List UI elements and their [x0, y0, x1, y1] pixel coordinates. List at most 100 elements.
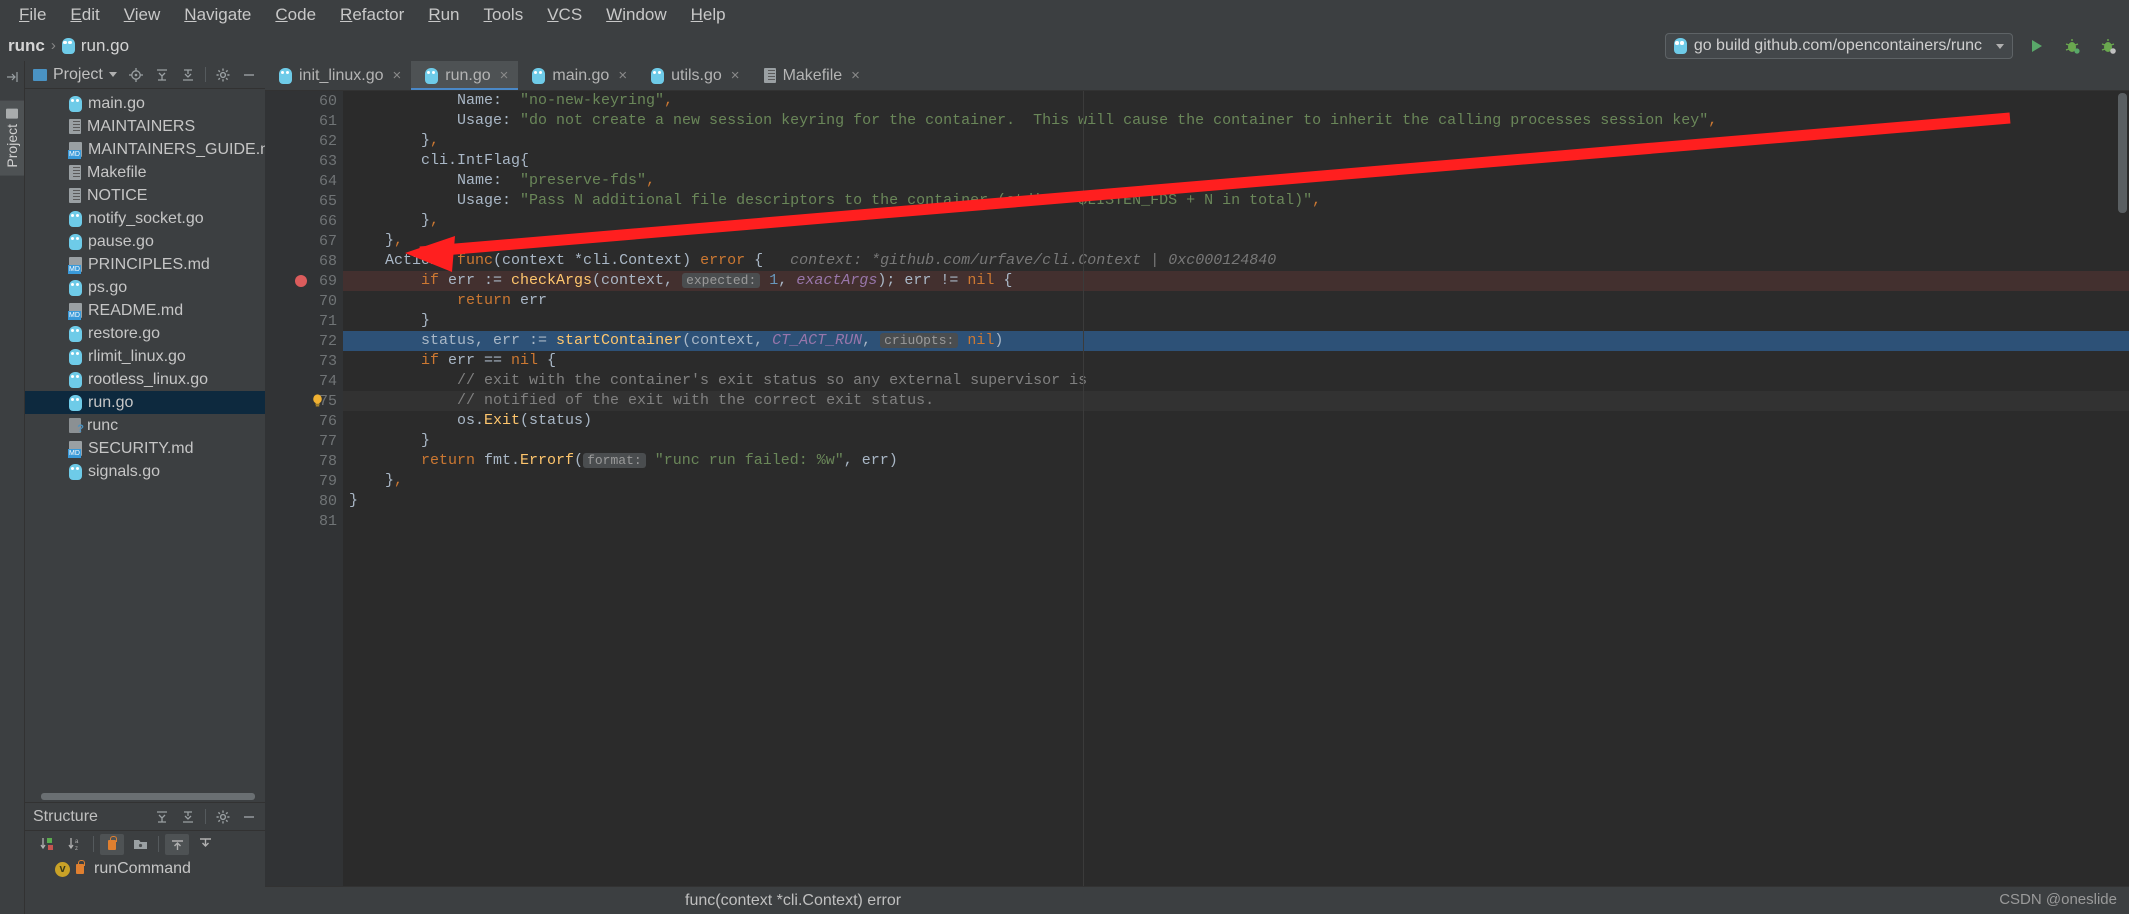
- hide-panel-icon[interactable]: [237, 64, 261, 85]
- chevron-down-icon[interactable]: [109, 72, 117, 77]
- code-line-69[interactable]: if err := checkArgs(context, expected: 1…: [343, 271, 2129, 291]
- gutter-line-81[interactable]: 81: [265, 511, 343, 531]
- close-icon[interactable]: ×: [731, 67, 740, 84]
- menu-item-help[interactable]: Help: [680, 2, 737, 28]
- code-line-72[interactable]: status, err := startContainer(context, C…: [343, 331, 2129, 351]
- gutter-line-76[interactable]: 76: [265, 411, 343, 431]
- code-line-77[interactable]: }: [343, 431, 2129, 451]
- expand-all-icon[interactable]: [150, 64, 174, 85]
- gutter-line-64[interactable]: 64: [265, 171, 343, 191]
- menu-item-vcs[interactable]: VCS: [536, 2, 593, 28]
- file-tree-item[interactable]: main.go: [25, 92, 265, 115]
- gutter-line-67[interactable]: 67: [265, 231, 343, 251]
- close-icon[interactable]: ×: [500, 67, 509, 84]
- file-tree-item[interactable]: ps.go: [25, 276, 265, 299]
- menu-item-tools[interactable]: Tools: [473, 2, 535, 28]
- editor-tab-main-go[interactable]: main.go×: [518, 61, 637, 90]
- menu-item-window[interactable]: Window: [595, 2, 677, 28]
- show-non-public-icon[interactable]: [100, 834, 124, 855]
- expand-all-icon[interactable]: [150, 806, 174, 827]
- code-line-75[interactable]: // notified of the exit with the correct…: [343, 391, 2129, 411]
- debug-button[interactable]: [2059, 33, 2085, 59]
- intention-bulb-icon[interactable]: [312, 394, 323, 407]
- close-icon[interactable]: ×: [851, 67, 860, 84]
- gutter-line-69[interactable]: 69: [265, 271, 343, 291]
- editor-tab-makefile[interactable]: Makefile×: [750, 61, 870, 90]
- code-line-63[interactable]: cli.IntFlag{: [343, 151, 2129, 171]
- run-button[interactable]: [2023, 33, 2049, 59]
- sort-by-visibility-icon[interactable]: [35, 834, 59, 855]
- file-tree-item[interactable]: rlimit_linux.go: [25, 345, 265, 368]
- code-line-66[interactable]: },: [343, 211, 2129, 231]
- collapse-all-icon[interactable]: [176, 806, 200, 827]
- code-line-73[interactable]: if err == nil {: [343, 351, 2129, 371]
- code-line-64[interactable]: Name: "preserve-fds",: [343, 171, 2129, 191]
- editor-viewport[interactable]: 6061626364656667686970717273747576777879…: [265, 91, 2129, 886]
- group-icon[interactable]: [128, 834, 152, 855]
- tool-window-expand-icon[interactable]: [0, 71, 24, 83]
- file-tree-item[interactable]: pause.go: [25, 230, 265, 253]
- hide-panel-icon[interactable]: [237, 806, 261, 827]
- code-line-62[interactable]: },: [343, 131, 2129, 151]
- file-tree-item[interactable]: runc: [25, 414, 265, 437]
- menu-item-refactor[interactable]: Refactor: [329, 2, 415, 28]
- show-properties-icon[interactable]: [193, 834, 217, 855]
- settings-gear-icon[interactable]: [211, 64, 235, 85]
- menu-item-file[interactable]: File: [8, 2, 57, 28]
- file-tree-item[interactable]: notify_socket.go: [25, 207, 265, 230]
- attach-debugger-button[interactable]: [2095, 33, 2121, 59]
- sidebar-item-project[interactable]: Project: [0, 101, 24, 176]
- code-line-71[interactable]: }: [343, 311, 2129, 331]
- code-line-80[interactable]: }: [343, 491, 2129, 511]
- file-tree-item[interactable]: README.md: [25, 299, 265, 322]
- breadcrumb-project[interactable]: runc: [8, 36, 45, 56]
- gutter-line-60[interactable]: 60: [265, 91, 343, 111]
- code-line-68[interactable]: Action: func(context *cli.Context) error…: [343, 251, 2129, 271]
- editor-tab-utils-go[interactable]: utils.go×: [637, 61, 749, 90]
- gutter-line-71[interactable]: 71: [265, 311, 343, 331]
- gutter-line-66[interactable]: 66: [265, 211, 343, 231]
- code-content[interactable]: Name: "no-new-keyring", Usage: "do not c…: [343, 91, 2129, 886]
- sort-alphabetically-icon[interactable]: az: [63, 834, 87, 855]
- code-line-79[interactable]: },: [343, 471, 2129, 491]
- editor-gutter[interactable]: 6061626364656667686970717273747576777879…: [265, 91, 343, 886]
- close-icon[interactable]: ×: [393, 67, 402, 84]
- file-tree-item[interactable]: PRINCIPLES.md: [25, 253, 265, 276]
- file-tree-item[interactable]: restore.go: [25, 322, 265, 345]
- editor-scrollbar[interactable]: [2118, 93, 2127, 213]
- file-tree-item[interactable]: SECURITY.md: [25, 437, 265, 460]
- editor-tab-init-linux-go[interactable]: init_linux.go×: [265, 61, 411, 90]
- code-line-74[interactable]: // exit with the container's exit status…: [343, 371, 2129, 391]
- gutter-line-80[interactable]: 80: [265, 491, 343, 511]
- close-icon[interactable]: ×: [618, 67, 627, 84]
- breadcrumb-file[interactable]: run.go: [81, 36, 129, 56]
- code-line-61[interactable]: Usage: "do not create a new session keyr…: [343, 111, 2129, 131]
- code-line-60[interactable]: Name: "no-new-keyring",: [343, 91, 2129, 111]
- gutter-line-65[interactable]: 65: [265, 191, 343, 211]
- gutter-line-74[interactable]: 74: [265, 371, 343, 391]
- gutter-line-77[interactable]: 77: [265, 431, 343, 451]
- editor-tab-run-go[interactable]: run.go×: [411, 61, 518, 90]
- breakpoint-icon[interactable]: [295, 275, 307, 287]
- file-tree-item[interactable]: signals.go: [25, 460, 265, 483]
- gutter-line-63[interactable]: 63: [265, 151, 343, 171]
- menu-item-code[interactable]: Code: [264, 2, 327, 28]
- code-line-67[interactable]: },: [343, 231, 2129, 251]
- structure-item[interactable]: vrunCommand: [25, 857, 265, 881]
- collapse-all-icon[interactable]: [176, 64, 200, 85]
- gutter-line-75[interactable]: 75: [265, 391, 343, 411]
- gutter-line-73[interactable]: 73: [265, 351, 343, 371]
- code-line-70[interactable]: return err: [343, 291, 2129, 311]
- code-line-78[interactable]: return fmt.Errorf(format: "runc run fail…: [343, 451, 2129, 471]
- show-inherited-icon[interactable]: [165, 834, 189, 855]
- structure-items[interactable]: vrunCommand: [25, 857, 265, 881]
- gutter-line-79[interactable]: 79: [265, 471, 343, 491]
- gutter-line-68[interactable]: 68: [265, 251, 343, 271]
- code-line-76[interactable]: os.Exit(status): [343, 411, 2129, 431]
- project-file-tree[interactable]: main.goMAINTAINERSMAINTAINERS_GUIDE.mdMa…: [25, 89, 265, 802]
- project-tree-scrollbar[interactable]: [41, 793, 255, 800]
- run-configuration-selector[interactable]: go build github.com/opencontainers/runc: [1665, 33, 2013, 59]
- locate-icon[interactable]: [124, 64, 148, 85]
- gutter-line-62[interactable]: 62: [265, 131, 343, 151]
- gutter-line-78[interactable]: 78: [265, 451, 343, 471]
